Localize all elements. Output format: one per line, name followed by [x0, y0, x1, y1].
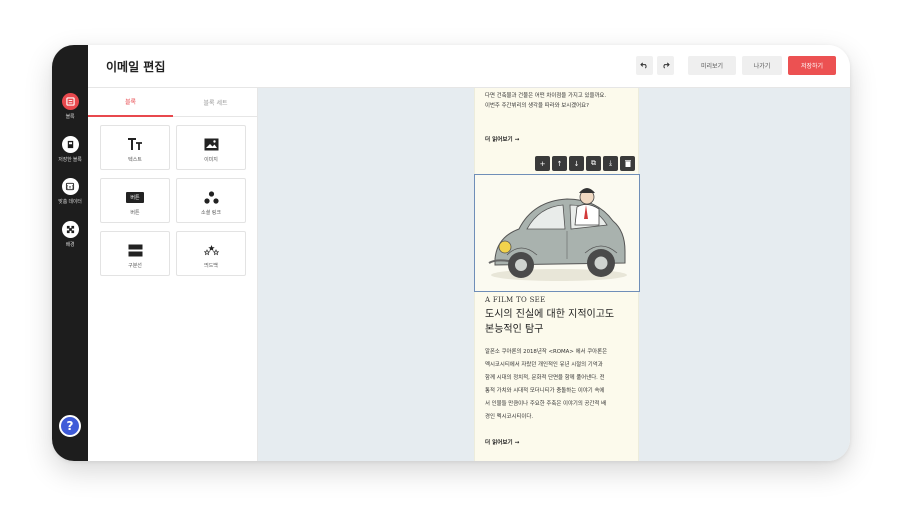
arrow-down-icon: ↓: [573, 159, 580, 168]
redo-button[interactable]: [657, 56, 674, 75]
body-line: 멕시코시티에서 자랐던 개인적인 유년 시절의 기억과: [485, 362, 603, 368]
article-headline: 도시의 진실에 대한 지적이고도 본능적인 탐구: [485, 307, 635, 337]
image-icon: [177, 136, 245, 152]
nav-label: 맞춤 데이터: [58, 199, 82, 205]
block-panel: 블록 블록 세트 텍스트 이미지 버튼 버튼 소셜 링크 구분선 띄드백: [88, 88, 258, 461]
nav-label: 배경: [65, 242, 75, 248]
body-line: 경인 멕시코시티이다.: [485, 414, 534, 420]
email-sheet: 다면 건축물과 건물은 어떤 차이점을 가지고 있을까요. 이번주 주간뷔리의 …: [474, 88, 640, 461]
headline-line: 본능적인 탐구: [485, 324, 544, 335]
left-nav-rail: 블록 저장한 블록 {x} 맞춤 데이터 배경 ?: [52, 45, 88, 461]
body-line: 서 인물들 만큼이나 주요한 주축은 이야기의 공간적 배: [485, 401, 607, 407]
divider-icon: [101, 242, 169, 258]
blocks-icon: [61, 93, 79, 110]
text-icon: [101, 136, 169, 152]
email-canvas: 다면 건축물과 건물은 어떤 차이점을 가지고 있을까요. 이번주 주간뷔리의 …: [258, 88, 850, 461]
selected-image-block[interactable]: [474, 174, 640, 292]
car-illustration: [488, 188, 627, 281]
undo-button[interactable]: [636, 56, 653, 75]
nav-label: 블록: [65, 114, 75, 120]
panel-tabs: 블록 블록 세트: [88, 88, 258, 117]
tab-block-sets[interactable]: 블록 세트: [173, 88, 258, 117]
delete-button[interactable]: [620, 156, 635, 171]
feedback-icon: [177, 242, 245, 258]
trash-icon: [624, 160, 631, 167]
save-button[interactable]: 저장하기: [788, 56, 836, 75]
block-label: 이미지: [204, 157, 218, 163]
intro-line: 이번주 주간뷔리의 생각을 따라와 보시겠어요?: [485, 103, 589, 109]
preview-button[interactable]: 미리보기: [688, 56, 736, 75]
block-label: 소셜 링크: [201, 210, 221, 216]
add-block-button[interactable]: +: [535, 156, 550, 171]
custom-data-icon: {x}: [61, 178, 79, 195]
exit-button[interactable]: 나가기: [742, 56, 782, 75]
block-label: 텍스트: [128, 157, 142, 163]
editor-window: 블록 저장한 블록 {x} 맞춤 데이터 배경 ? 이메일 편집 미리보기 나가…: [52, 45, 850, 461]
nav-item-saved-blocks[interactable]: 저장한 블록: [52, 136, 88, 163]
block-button[interactable]: 버튼 버튼: [100, 178, 170, 223]
read-more-link[interactable]: 더 읽어보기 →: [485, 135, 519, 143]
nav-item-background[interactable]: 배경: [52, 221, 88, 248]
help-button[interactable]: ?: [59, 415, 81, 437]
redo-icon: [663, 62, 670, 69]
save-block-button[interactable]: ⤓: [603, 156, 618, 171]
button-icon: 버튼: [101, 189, 169, 205]
article-kicker: A FILM TO SEE: [485, 296, 546, 304]
move-up-button[interactable]: ↑: [552, 156, 567, 171]
block-label: 버튼: [130, 210, 140, 216]
nav-label: 저장한 블록: [58, 157, 82, 163]
undo-icon: [640, 62, 647, 69]
block-feedback[interactable]: 띄드백: [176, 231, 246, 276]
read-more-link-2[interactable]: 더 읽어보기 →: [485, 438, 519, 446]
intro-line: 다면 건축물과 건물은 어떤 차이점을 가지고 있을까요.: [485, 93, 607, 99]
download-icon: ⤓: [608, 159, 613, 167]
block-image[interactable]: 이미지: [176, 125, 246, 170]
block-toolbar: + ↑ ↓ ⧉ ⤓: [535, 156, 637, 172]
saved-block-icon: [61, 136, 79, 153]
nav-item-custom-data[interactable]: {x} 맞춤 데이터: [52, 178, 88, 205]
page-title: 이메일 편집: [106, 60, 166, 74]
block-text[interactable]: 텍스트: [100, 125, 170, 170]
arrow-up-icon: ↑: [556, 159, 563, 168]
nav-item-blocks[interactable]: 블록: [52, 93, 88, 120]
block-divider[interactable]: 구분선: [100, 231, 170, 276]
copy-icon: ⧉: [591, 159, 596, 167]
editor-header: 이메일 편집 미리보기 나가기 저장하기: [88, 45, 850, 88]
duplicate-button[interactable]: ⧉: [586, 156, 601, 171]
help-icon: ?: [66, 419, 74, 433]
body-line: 통적 가치와 시대적 모더니티가 충돌하는 이야기 속에: [485, 388, 605, 394]
svg-text:{x}: {x}: [66, 184, 75, 190]
tab-blocks[interactable]: 블록: [88, 88, 173, 117]
block-label: 구분선: [128, 263, 142, 269]
move-down-button[interactable]: ↓: [569, 156, 584, 171]
block-social-link[interactable]: 소셜 링크: [176, 178, 246, 223]
social-link-icon: [177, 189, 245, 205]
background-icon: [61, 221, 79, 238]
body-line: 함께 시대의 정치적, 문화적 단면을 함께 풀어낸다. 전: [485, 375, 605, 381]
body-line: 알폰소 쿠아론의 2018년작 <ROMA> 에서 쿠아론은: [485, 349, 608, 355]
plus-icon: +: [539, 159, 546, 168]
block-label: 띄드백: [204, 263, 218, 269]
button-chip: 버튼: [126, 191, 144, 203]
headline-line: 도시의 진실에 대한 지적이고도: [485, 309, 615, 320]
